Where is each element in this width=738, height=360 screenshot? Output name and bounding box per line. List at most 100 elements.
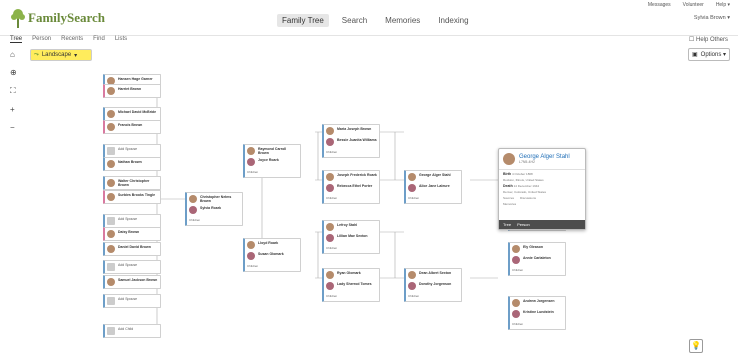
user-menu[interactable]: Sylvia Brown ▾ [694,15,730,21]
couple-card[interactable]: Lefroy Stahl Lillian Mae Sexton Children [322,220,380,254]
children-toggle[interactable]: Children [247,264,258,268]
person-card[interactable]: Surbies Brooks Tingle [103,190,161,204]
avatar [408,282,416,290]
messages-link[interactable]: Messages [648,2,671,8]
person-name[interactable]: Harriet Brown [118,87,141,91]
person-card[interactable]: Samuel Jackson Brown [103,275,161,289]
person-card[interactable]: Michael David McBride [103,107,161,121]
person-name[interactable]: Ryan Olomark [337,271,361,279]
person-name[interactable]: Add Spouse [118,297,137,301]
person-name[interactable]: Lloyd Roark [258,241,278,249]
options-button[interactable]: ▣ Options ▾ [688,48,730,61]
spouse-name[interactable]: Joyce Roark [258,158,279,166]
spouse-name[interactable]: Bessie Juanita Williams [337,138,377,146]
person-name[interactable]: Hansen Hage Garner [118,77,153,81]
sources-link[interactable]: Sources [503,196,514,200]
couple-card[interactable]: Dean Albert Sexton Dorothy Jorgenson Chi… [404,268,462,302]
couple-card[interactable]: Maria Joseph Brown Bessie Juanita Willia… [322,124,380,158]
tab-recents[interactable]: Recents [61,36,83,43]
spouse-name[interactable]: Sylvia Roark [200,206,221,214]
help-others-icon: ☐ [688,37,695,43]
person-name[interactable]: Add Child [118,327,133,331]
person-card[interactable]: Walter Christopher Brown [103,176,161,190]
person-name[interactable]: Andrew Jorgensen [523,299,555,307]
spouse-name[interactable]: Dorothy Jorgenson [419,282,451,290]
person-card[interactable]: Daisy Brown [103,227,161,241]
person-name[interactable]: Raymond Carroll Brown [258,147,298,155]
popup-person-link[interactable]: Person [517,222,530,227]
person-name[interactable]: Add Spouse [118,263,137,267]
spouse-name[interactable]: Alice Jane Laleure [419,184,450,192]
discussions-link[interactable]: Discussions [520,196,536,200]
person-card[interactable]: Francis Brown [103,120,161,134]
person-name[interactable]: Nathan Brown [118,160,142,164]
tree-canvas[interactable]: Hansen Hage Garner Harriet Brown Michael D… [0,62,738,360]
lightbulb-icon[interactable]: 💡 [689,339,703,353]
spouse-name[interactable]: Susan Olomark [258,252,284,260]
person-name[interactable]: Add Spouse [118,217,137,221]
volunteer-link[interactable]: Volunteer [683,2,704,8]
tab-find[interactable]: Find [93,36,105,43]
person-name[interactable]: Dean Albert Sexton [419,271,451,279]
tab-lists[interactable]: Lists [115,36,127,43]
person-name[interactable]: Samuel Jackson Brown [118,278,157,282]
person-card[interactable]: Nathan Brown [103,157,161,171]
nav-search[interactable]: Search [337,14,372,27]
person-name[interactable]: George Alger Stahl [419,173,451,181]
person-name[interactable]: Surbies Brooks Tingle [118,193,155,197]
spouse-name[interactable]: Kristine Lundstein [523,310,554,318]
memories-link[interactable]: Memories [499,202,585,206]
person-name[interactable]: Christopher Nelms Brown [200,195,240,203]
person-name[interactable]: Lefroy Stahl [337,223,357,231]
children-toggle[interactable]: Children [408,196,419,200]
person-name[interactable]: Daniel David Brown [118,245,151,249]
couple-card[interactable]: Raymond Carroll Brown Joyce Roark Childr… [243,144,301,178]
familysearch-logo[interactable]: FamilySearch [10,8,105,28]
home-icon[interactable]: ⌂ [10,50,17,59]
couple-card[interactable]: Andrew Jorgensen Kristine Lundstein Chil… [508,296,566,330]
tab-tree[interactable]: Tree [10,36,23,43]
nav-indexing[interactable]: Indexing [433,14,473,27]
children-toggle[interactable]: Children [247,170,258,174]
view-selector[interactable]: ⤳ Landscape ▾ [30,49,92,61]
person-name[interactable]: Walter Christopher Brown [118,179,158,187]
add-person-card[interactable]: Add Spouse [103,144,161,158]
nav-memories[interactable]: Memories [380,14,425,27]
person-card[interactable]: Harriet Brown [103,84,161,98]
nav-family-tree[interactable]: Family Tree [277,14,329,27]
person-name[interactable]: Add Spouse [118,147,137,151]
add-person-card[interactable]: Add Spouse [103,294,161,308]
help-link[interactable]: Help ▾ [716,2,730,8]
spouse-name[interactable]: Lady Sherrod Tomes [337,282,372,290]
spouse-name[interactable]: Annie Carlaleton [523,256,551,264]
couple-card[interactable]: Ryan Olomark Lady Sherrod Tomes Children [322,268,380,302]
children-toggle[interactable]: Children [326,150,337,154]
person-name[interactable]: Daisy Brown [118,230,139,234]
add-person-card[interactable]: Add Spouse [103,214,161,228]
person-card[interactable]: Daniel David Brown [103,242,161,256]
couple-card[interactable]: Joseph Frederick Roark Rebecca Ethel Por… [322,170,380,204]
children-toggle[interactable]: Children [326,246,337,250]
person-name[interactable]: Francis Brown [118,123,142,127]
person-name[interactable]: Ely Gleason [523,245,543,253]
add-person-card[interactable]: Add Child [103,324,161,338]
children-toggle[interactable]: Children [512,268,523,272]
tab-person[interactable]: Person [32,36,51,43]
couple-card[interactable]: Christopher Nelms Brown Sylvia Roark Chi… [185,192,243,226]
add-person-card[interactable]: Add Spouse [103,260,161,274]
children-toggle[interactable]: Children [408,294,419,298]
help-others-link[interactable]: ☐ Help Others [689,36,728,43]
person-name[interactable]: Michael David McBride [118,110,156,114]
children-toggle[interactable]: Children [326,196,337,200]
couple-card[interactable]: Ely Gleason Annie Carlaleton Children [508,242,566,276]
couple-card[interactable]: George Alger Stahl Alice Jane Laleure Ch… [404,170,462,204]
children-toggle[interactable]: Children [512,322,523,326]
spouse-name[interactable]: Lillian Mae Sexton [337,234,368,242]
spouse-name[interactable]: Rebecca Ethel Porter [337,184,372,192]
children-toggle[interactable]: Children [326,294,337,298]
couple-card[interactable]: Lloyd Roark Susan Olomark Children [243,238,301,272]
person-name[interactable]: Joseph Frederick Roark [337,173,377,181]
popup-tree-link[interactable]: Tree [503,222,511,227]
children-toggle[interactable]: Children [189,218,200,222]
person-name[interactable]: Maria Joseph Brown [337,127,371,135]
